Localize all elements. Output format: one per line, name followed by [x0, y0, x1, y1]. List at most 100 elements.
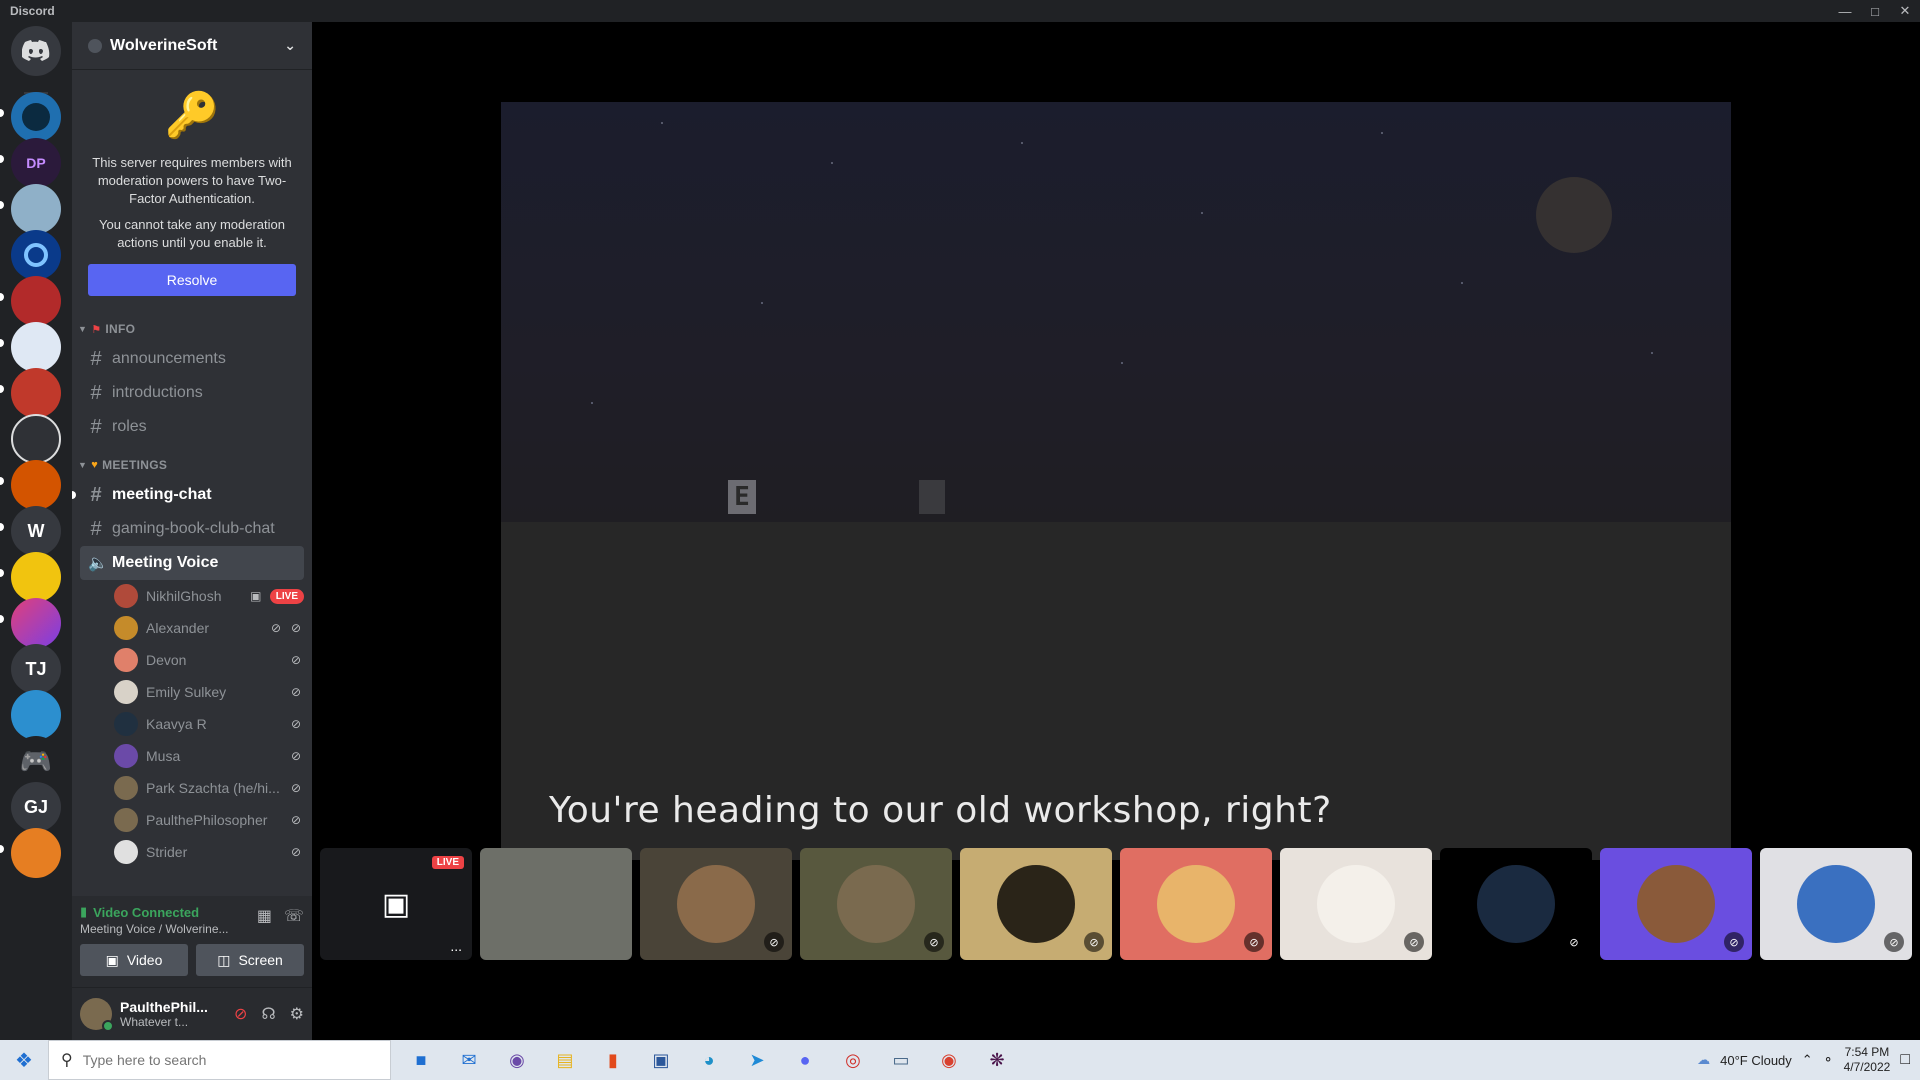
camera-icon: ▣ — [381, 887, 411, 921]
channel-roles[interactable]: # roles — [80, 410, 304, 444]
server-icon-gj[interactable]: GJ — [11, 782, 61, 832]
server-icon-jar[interactable] — [11, 828, 61, 878]
voice-channel-meeting-voice[interactable]: 🔈 Meeting Voice — [80, 546, 304, 580]
interact-key-hint: E — [728, 480, 756, 514]
user-info[interactable]: PaulthePhil... Whatever t... — [120, 999, 208, 1029]
server-header[interactable]: WolverineSoft ⌄ — [72, 22, 312, 70]
gear-icon[interactable]: ⚙ — [290, 1004, 304, 1024]
mic-muted-icon: ⊘ — [1724, 932, 1744, 952]
server-icon-red[interactable] — [11, 276, 61, 326]
server-icon-cat[interactable] — [11, 690, 61, 740]
screen-share-button[interactable]: ◫ Screen — [196, 944, 304, 976]
mail-icon[interactable]: ✉ — [445, 1040, 493, 1080]
participant-tile[interactable]: ⊘ — [1120, 848, 1272, 960]
avatar — [114, 776, 138, 800]
voice-user[interactable]: Kaavya R ⊘ — [114, 708, 304, 740]
channel-introductions[interactable]: # introductions — [80, 376, 304, 410]
voice-user[interactable]: Strider ⊘ — [114, 836, 304, 868]
mic-muted-icon: ⊘ — [290, 813, 302, 827]
headphones-icon[interactable]: ☊ — [261, 1004, 275, 1024]
channel-meeting-chat[interactable]: # meeting-chat — [72, 478, 304, 512]
voice-user[interactable]: Devon ⊘ — [114, 644, 304, 676]
server-icon-w[interactable]: W — [11, 506, 61, 556]
taskbar-search-input[interactable] — [82, 1052, 363, 1068]
server-icon-corgi[interactable] — [11, 184, 61, 234]
clock[interactable]: 7:54 PM 4/7/2022 — [1844, 1045, 1891, 1075]
voice-user[interactable]: Musa ⊘ — [114, 740, 304, 772]
github-icon[interactable]: ◉ — [493, 1040, 541, 1080]
voice-user[interactable]: PaulthePhilosopher ⊘ — [114, 804, 304, 836]
mic-muted-icon[interactable]: ⊘ — [234, 1004, 247, 1024]
twofa-message: This server requires members with modera… — [92, 155, 292, 206]
server-unread-pip — [0, 109, 4, 117]
word-icon[interactable]: ▣ — [637, 1040, 685, 1080]
participant-tile[interactable]: ⊘ — [960, 848, 1112, 960]
more-options-icon[interactable]: ... — [450, 938, 462, 954]
server-icon-pattern[interactable] — [11, 322, 61, 372]
chevron-up-icon[interactable]: ⌃ — [1802, 1052, 1813, 1068]
vscode-icon[interactable]: ➤ — [733, 1040, 781, 1080]
slack-icon[interactable]: ❋ — [973, 1040, 1021, 1080]
microphone-icon[interactable]: ⚬ — [1823, 1052, 1834, 1068]
discord-taskbar-icon[interactable]: ● — [781, 1040, 829, 1080]
voice-user[interactable]: Alexander ⊘ ⊘ — [114, 612, 304, 644]
chrome-icon[interactable]: ◉ — [925, 1040, 973, 1080]
weather-text[interactable]: 40°F Cloudy — [1720, 1053, 1792, 1068]
maximize-icon[interactable]: □ — [1860, 0, 1890, 22]
office-icon[interactable]: ▮ — [589, 1040, 637, 1080]
participant-tile[interactable]: ⊘ — [800, 848, 952, 960]
resolve-button[interactable]: Resolve — [88, 264, 296, 296]
category-info[interactable]: ▼ ⚑ INFO — [72, 316, 312, 342]
participant-tile[interactable]: ⊘ — [1440, 848, 1592, 960]
voice-user[interactable]: Emily Sulkey ⊘ — [114, 676, 304, 708]
hash-icon: # — [90, 415, 102, 438]
participant-tile[interactable]: ⊘ — [1760, 848, 1912, 960]
mic-muted-icon: ⊘ — [270, 621, 282, 635]
discord-home-icon[interactable] — [11, 26, 61, 76]
voice-user[interactable]: NikhilGhosh ▣ LIVE — [114, 580, 304, 612]
server-icon-tj[interactable]: TJ — [11, 644, 61, 694]
server-icon-helmet[interactable] — [11, 414, 61, 464]
disconnect-icon[interactable]: ☏ — [284, 906, 304, 926]
voice-actions: ▦ ☏ — [257, 906, 304, 926]
participant-tile[interactable]: ⊘ — [1600, 848, 1752, 960]
server-icon-bird[interactable] — [11, 92, 61, 142]
windows-start-icon[interactable]: ❖ — [0, 1040, 48, 1080]
app-window-icon[interactable]: ▭ — [877, 1040, 925, 1080]
edge-icon[interactable]: ◕ — [685, 1040, 733, 1080]
taskbar-search[interactable]: ⚲ — [48, 1040, 391, 1080]
chevron-down-icon[interactable]: ⌄ — [284, 37, 296, 54]
headphones-muted-icon: ⊘ — [290, 621, 302, 635]
channel-announcements[interactable]: # announcements — [80, 342, 304, 376]
server-icon-gradient[interactable] — [11, 598, 61, 648]
participant-tile-video[interactable] — [480, 848, 632, 960]
app-title: Discord — [10, 4, 55, 18]
game-star — [1121, 362, 1123, 364]
file-explorer-icon[interactable]: ▤ — [541, 1040, 589, 1080]
participant-tile-live[interactable]: ▣ LIVE ... — [320, 848, 472, 960]
close-icon[interactable]: ✕ — [1890, 0, 1920, 22]
server-icon-dp[interactable]: DP — [11, 138, 61, 188]
video-button[interactable]: ▣ Video — [80, 944, 188, 976]
server-icon-controller[interactable]: 🎮 — [11, 736, 61, 786]
category-meetings[interactable]: ▼ ♥ MEETINGS — [72, 452, 312, 478]
channel-gaming-book-club-chat[interactable]: # gaming-book-club-chat — [80, 512, 304, 546]
notifications-icon[interactable]: □ — [1900, 1051, 1910, 1069]
server-icon-yellow[interactable] — [11, 552, 61, 602]
store-icon[interactable]: ■ — [397, 1040, 445, 1080]
server-icon-swirl[interactable] — [11, 230, 61, 280]
heart-icon: ♥ — [91, 459, 99, 471]
participant-tile[interactable]: ⊘ — [640, 848, 792, 960]
avatar[interactable] — [80, 998, 114, 1032]
voice-user[interactable]: Park Szachta (he/hi... ⊘ — [114, 772, 304, 804]
mic-muted-icon: ⊘ — [1244, 932, 1264, 952]
mic-muted-icon: ⊘ — [924, 932, 944, 952]
noise-suppression-icon[interactable]: ▦ — [257, 906, 272, 926]
screen-share-stream[interactable]: E You're heading to our old workshop, ri… — [501, 102, 1731, 860]
participant-tile[interactable]: ⊘ — [1280, 848, 1432, 960]
app-red-icon[interactable]: ◎ — [829, 1040, 877, 1080]
avatar — [677, 865, 755, 943]
minimize-icon[interactable]: — — [1830, 0, 1860, 22]
server-icon-orange[interactable] — [11, 460, 61, 510]
server-icon-face[interactable] — [11, 368, 61, 418]
